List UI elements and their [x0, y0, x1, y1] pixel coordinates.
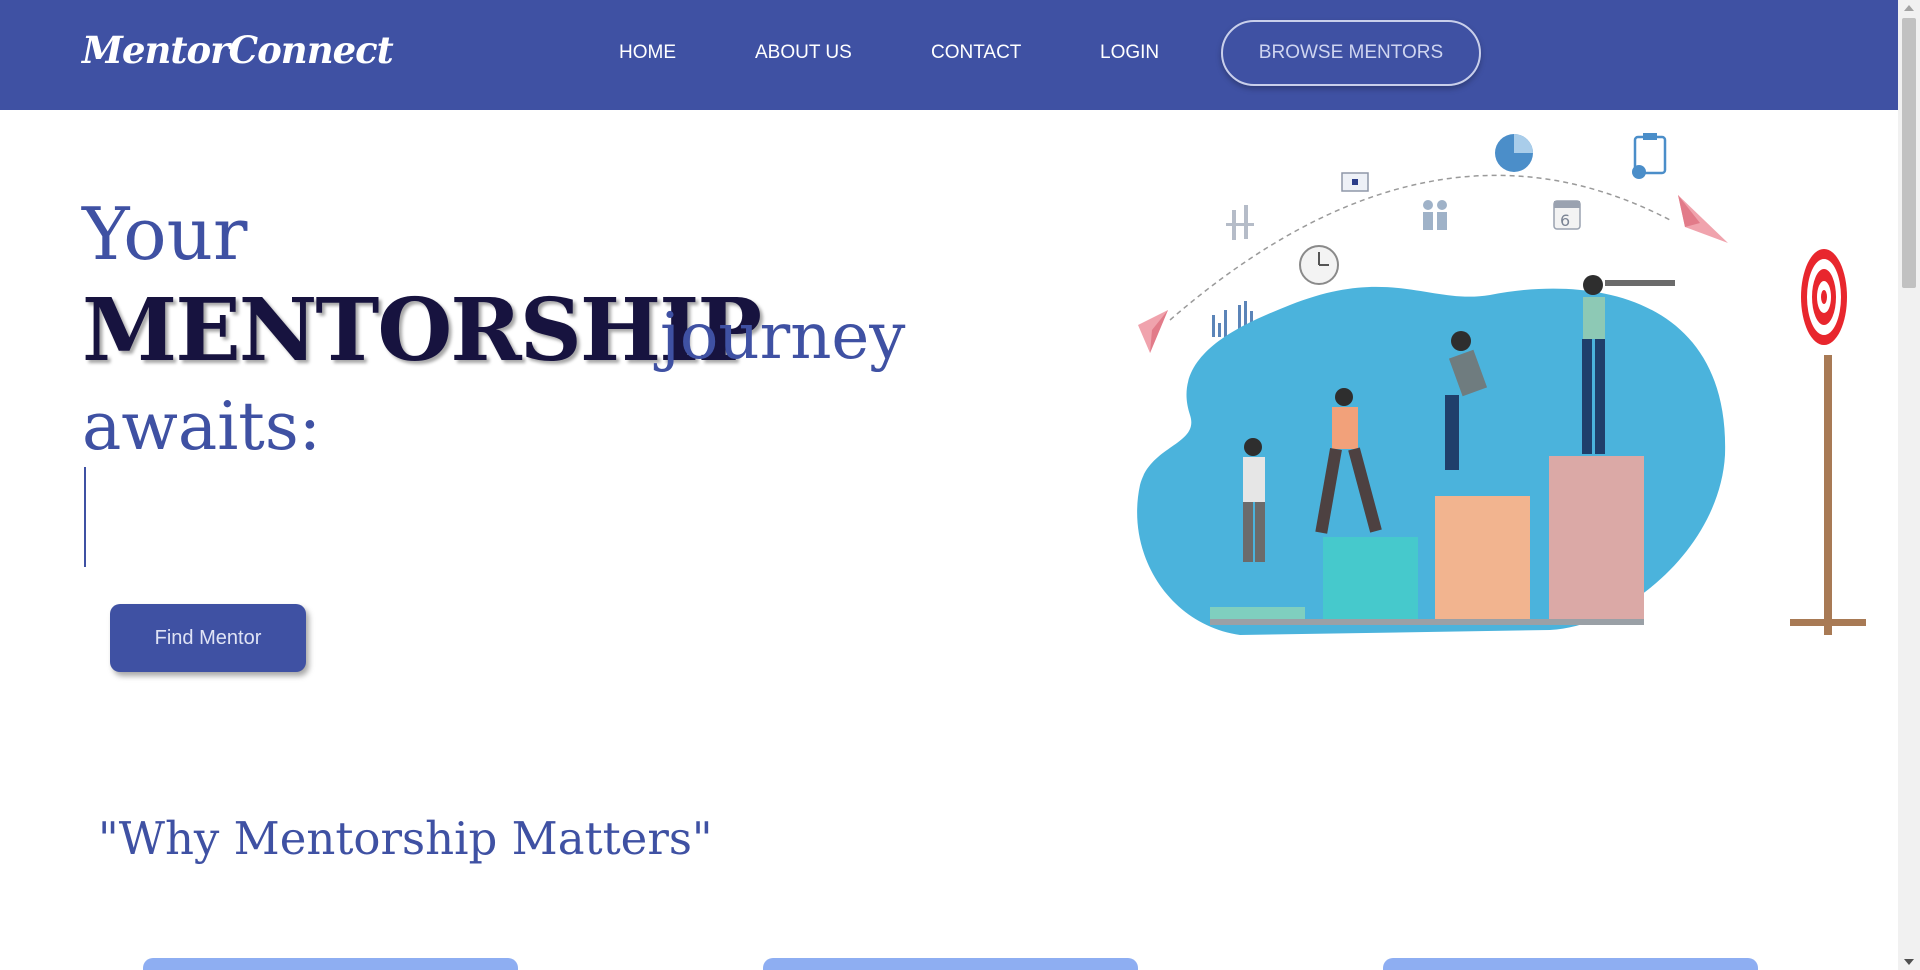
nav-link-contact[interactable]: CONTACT: [931, 42, 1021, 64]
hero-heading-your: Your: [82, 192, 248, 276]
step-2: [1435, 496, 1530, 623]
nav-link-login[interactable]: LOGIN: [1100, 42, 1159, 64]
step-1: [1323, 537, 1418, 623]
vertical-scrollbar[interactable]: [1898, 0, 1920, 970]
section-title-why-mentorship: "Why Mentorship Matters": [98, 812, 713, 865]
scroll-down-arrow-icon[interactable]: [1904, 959, 1914, 965]
nav-link-home[interactable]: HOME: [619, 42, 676, 64]
find-mentor-button[interactable]: Find Mentor: [110, 604, 306, 672]
navbar: MentorConnect HOME ABOUT US CONTACT LOGI…: [0, 0, 1898, 110]
clipboard-icon: [1632, 133, 1667, 179]
people-icon: [1423, 200, 1447, 230]
clock-icon: [1299, 245, 1339, 285]
mentorship-illustration: 6: [1137, 133, 1866, 635]
step-base: [1210, 607, 1305, 619]
hero-heading-mentorship: MENTORSHIP: [82, 280, 762, 381]
svg-text:6: 6: [1560, 211, 1570, 230]
scroll-up-arrow-icon[interactable]: [1904, 5, 1914, 11]
brand-logo[interactable]: MentorConnect: [82, 28, 394, 72]
ground-line: [1210, 619, 1644, 625]
scroll-thumb[interactable]: [1902, 18, 1916, 288]
hero-heading-awaits: awaits:: [82, 388, 321, 465]
paper-plane-icon: [1678, 195, 1728, 243]
grid-icon: [1341, 172, 1369, 192]
typing-cursor: [84, 467, 86, 567]
hero-heading-journey: journey: [660, 300, 906, 374]
telescope-icon: [1605, 280, 1675, 286]
browse-mentors-button[interactable]: BROWSE MENTORS: [1221, 20, 1481, 86]
nav-link-about-us[interactable]: ABOUT US: [755, 42, 852, 64]
step-3: [1549, 456, 1644, 623]
feature-card: [143, 958, 518, 970]
paper-plane-icon: [1138, 310, 1168, 353]
feature-card: [763, 958, 1138, 970]
feature-card: [1383, 958, 1758, 970]
target-icon: [1790, 249, 1866, 635]
org-chart-icon: [1226, 205, 1254, 240]
calendar-icon: 6: [1553, 200, 1581, 230]
pie-chart-icon: [1495, 134, 1533, 172]
